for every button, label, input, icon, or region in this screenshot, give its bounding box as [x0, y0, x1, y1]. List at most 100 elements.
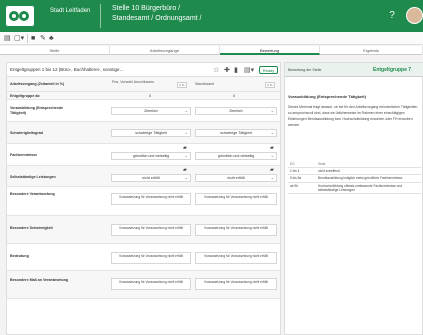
filter-icon[interactable]: ✎: [40, 34, 46, 43]
info-panel: Bewertung der Stelle Entgeltgruppe 7 Vor…: [284, 62, 423, 335]
percent-button-1[interactable]: 0 %: [177, 82, 187, 88]
note-field-1[interactable]: Voraussetzung für Voraussetzung nicht er…: [111, 252, 191, 264]
tab-ergebnis[interactable]: Ergebnis: [320, 46, 423, 55]
select-fachkenntnisse-1[interactable]: gründlich und vielseitig ⌄: [111, 152, 191, 160]
select-fachkenntnisse-2[interactable]: gründlich und vielseitig ⌄: [195, 152, 277, 160]
chevron-down-icon: ⌄: [184, 130, 188, 135]
avatar[interactable]: [406, 7, 423, 24]
info-table: EG Stufe 1 bis 4 nicht zutreffend 5 bis …: [288, 161, 421, 195]
info-panel-header: Bewertung der Stelle Entgeltgruppe 7: [285, 63, 423, 77]
row-label: Schwierigkeitsgrad: [10, 131, 43, 135]
logo: [6, 6, 34, 26]
export-menu-icon[interactable]: ▤▾: [244, 66, 254, 74]
app-name: Stadt Leitfaden: [50, 8, 91, 14]
table-row: Besondere Schwierigkeit Voraussetzung fü…: [7, 216, 280, 244]
evaluation-panel-header: Entgeltgruppen 1 bis 12 (Büro-, Buchhalt…: [7, 63, 280, 77]
tab-stelle[interactable]: Stelle: [0, 46, 110, 55]
row-label: Vorausbildung (Entsprechende Tätigkeit): [10, 106, 64, 115]
table-cell: 1 bis 4: [288, 167, 316, 176]
comment-icon[interactable]: ▰: [270, 167, 274, 173]
comment-icon[interactable]: ▰: [183, 145, 187, 151]
chevron-down-icon: ⌄: [184, 108, 188, 113]
panel-title: Entgeltgruppen 1 bis 12 (Büro-, Buchhalt…: [10, 67, 124, 72]
chevron-down-icon: ⌄: [184, 153, 188, 158]
row-label: Entgeltgruppe ab: [10, 94, 40, 98]
chevron-down-icon: ⌄: [270, 175, 274, 180]
table-row: Schwierigkeitsgrad schwierige Tätigkeit ⌄…: [7, 122, 280, 144]
header-divider: [100, 4, 101, 28]
table-row: Entgeltgruppe ab 8 8: [7, 92, 280, 100]
note-field-2[interactable]: Voraussetzung für Voraussetzung nicht er…: [195, 252, 277, 264]
percent-button-2[interactable]: 0 %: [265, 82, 275, 88]
tab-bar: Stelle Arbeitsvorgänge Bewertung Ergebni…: [0, 46, 423, 55]
chevron-down-icon: ⌄: [184, 175, 188, 180]
row-label: Besondere Schwierigkeit: [10, 226, 53, 230]
column-header-1: Pos. Vorwahl Anschlusses: [112, 80, 154, 84]
select-vorausbildung-1[interactable]: Ziemlich ⌄: [111, 107, 191, 115]
star-icon[interactable]: ☆: [213, 66, 219, 74]
evaluation-panel: Entgeltgruppen 1 bis 12 (Büro-, Buchhalt…: [6, 62, 281, 335]
table-cell: ab 9b: [288, 182, 316, 195]
table-cell: Berufsausbildung lediglich meist gründli…: [316, 174, 421, 183]
table-row: Besondere Maß an Verantwortung Vorausset…: [7, 271, 280, 299]
comment-icon[interactable]: ▰: [270, 145, 274, 151]
breadcrumb-line-2[interactable]: Standesamt / Ordnungsamt /: [112, 15, 202, 22]
table-row: Bedeutung Voraussetzung für Voraussetzun…: [7, 244, 280, 271]
table-cell: nicht zutreffend: [316, 167, 421, 176]
new-menu-icon[interactable]: ▢▾: [14, 34, 24, 43]
save-button[interactable]: Ready: [259, 66, 278, 74]
select-selbststaendig-2[interactable]: nicht erfüllt ⌄: [195, 174, 277, 182]
select-schwierigkeit-2[interactable]: schwierige Tätigkeit ⌄: [195, 129, 277, 137]
row-label: Selbstständige Leistungen: [10, 175, 56, 179]
table-row: 5 bis 8a Berufsausbildung lediglich meis…: [288, 174, 421, 183]
tab-arbeitsvorgaenge[interactable]: Arbeitsvorgänge: [110, 46, 220, 55]
table-row: Selbstständige Leistungen ▰ ▰ nicht erfü…: [7, 166, 280, 187]
note-field-1[interactable]: Voraussetzung für Voraussetzung nicht er…: [111, 278, 191, 290]
row-label: Bedeutung: [10, 254, 29, 258]
table-row: Fachkenntnisse ▰ ▰ gründlich und vielsei…: [7, 144, 280, 166]
chevron-down-icon: ⌄: [270, 108, 274, 113]
rating-value: Entgeltgruppe 7: [373, 67, 412, 73]
document-icon[interactable]: ▤: [4, 34, 11, 43]
table-header: EG: [288, 161, 316, 169]
entgeltgruppe-value-1: 8: [149, 94, 151, 98]
table-cell: Hochschulbildung oftmals umfassende Fach…: [316, 182, 421, 195]
app-header: Stadt Leitfaden Stelle 10 Bürgerbüro / S…: [0, 0, 423, 32]
row-label: Fachkenntnisse: [10, 153, 38, 157]
comment-icon[interactable]: ▰: [183, 167, 187, 173]
tag-icon[interactable]: ■: [31, 34, 35, 43]
select-schwierigkeit-1[interactable]: schwierige Tätigkeit ⌄: [111, 129, 191, 137]
add-icon[interactable]: ✚: [224, 66, 230, 74]
note-field-2[interactable]: Voraussetzung für Voraussetzung nicht er…: [195, 224, 277, 236]
info-title: Vorausbildung (Entsprechende Tätigkeit): [288, 94, 366, 99]
table-row: 1 bis 4 nicht zutreffend: [288, 167, 421, 176]
table-header: Stufe: [316, 161, 421, 169]
toolbar-divider: [27, 34, 28, 43]
toolbar: ▤ ▢▾ ■ ✎ ♣: [0, 32, 423, 45]
help-icon[interactable]: ?: [385, 9, 399, 23]
select-vorausbildung-2[interactable]: Ziemlich ⌄: [195, 107, 277, 115]
table-row: Vorausbildung (Entsprechende Tätigkeit) …: [7, 100, 280, 122]
note-field-1[interactable]: Voraussetzung für Voraussetzung nicht er…: [111, 193, 191, 205]
column-header-2: Standesamt: [195, 82, 215, 86]
table-row: Arbeitsvorgang (Zeitanteil in %) Pos. Vo…: [7, 77, 280, 92]
note-field-2[interactable]: Voraussetzung für Voraussetzung nicht er…: [195, 278, 277, 290]
row-label: Arbeitsvorgang (Zeitanteil in %): [10, 82, 65, 86]
select-selbststaendig-1[interactable]: nicht erfüllt ⌄: [111, 174, 191, 182]
row-label: Besondere Verantwortung: [10, 192, 55, 196]
table-cell: 5 bis 8a: [288, 174, 316, 183]
rating-label: Bewertung der Stelle: [288, 68, 322, 72]
table-row: ab 9b Hochschulbildung oftmals umfassend…: [288, 182, 421, 195]
people-icon[interactable]: ♣: [49, 34, 54, 43]
chevron-down-icon: ⌄: [270, 153, 274, 158]
note-field-2[interactable]: Voraussetzung für Voraussetzung nicht er…: [195, 193, 277, 205]
entgeltgruppe-value-2: 8: [233, 94, 235, 98]
chevron-down-icon: ⌄: [270, 130, 274, 135]
info-text: Dieses Merkmal fragt danach, ob bei für …: [288, 105, 418, 127]
table-row: Besondere Verantwortung Voraussetzung fü…: [7, 187, 280, 216]
breadcrumb-line-1[interactable]: Stelle 10 Bürgerbüro /: [112, 5, 180, 12]
note-field-1[interactable]: Voraussetzung für Voraussetzung nicht er…: [111, 224, 191, 236]
tab-bewertung[interactable]: Bewertung: [220, 46, 320, 55]
row-label: Besondere Maß an Verantwortung: [10, 278, 69, 282]
delete-icon[interactable]: ▮: [234, 66, 238, 74]
